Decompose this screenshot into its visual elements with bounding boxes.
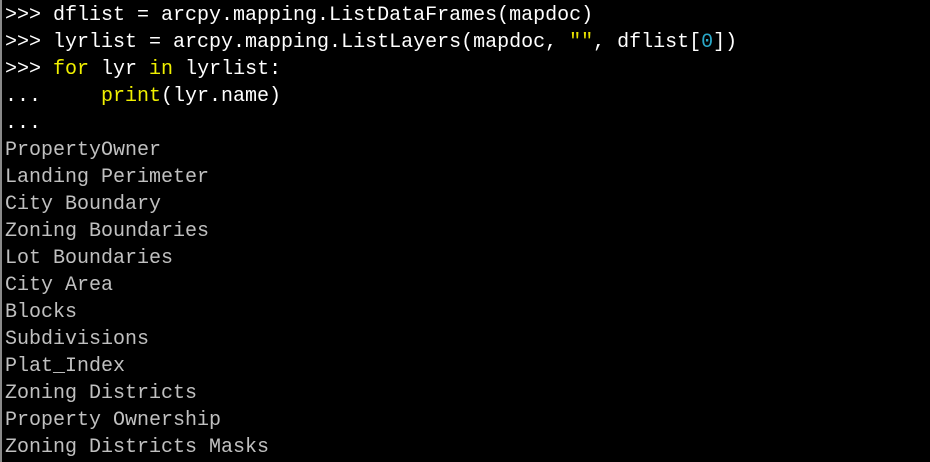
string-literal: ""	[569, 31, 594, 54]
continuation-prompt: ...	[5, 112, 42, 135]
console-input-line-2: >>> lyrlist = arcpy.mapping.ListLayers(m…	[5, 29, 930, 56]
output-line: City Area	[5, 274, 114, 297]
output-line: Plat_Index	[5, 355, 126, 378]
code: lyrlist:	[173, 58, 282, 81]
prompt: >>>	[5, 31, 54, 54]
output-line: City Boundary	[5, 193, 162, 216]
output-line: Landing Perimeter	[5, 166, 210, 189]
console-input-line-1: >>> dflist = arcpy.mapping.ListDataFrame…	[5, 2, 930, 29]
python-console-window[interactable]: >>> dflist = arcpy.mapping.ListDataFrame…	[0, 0, 930, 462]
console-input-line-3: >>> for lyr in lyrlist:	[5, 56, 930, 83]
code: , dflist[	[593, 31, 702, 54]
code: dflist = arcpy.mapping.ListDataFrames(ma…	[53, 4, 594, 27]
console-input-line-4: ... print(lyr.name)	[5, 83, 930, 110]
prompt: >>>	[5, 58, 54, 81]
output-line: Blocks	[5, 301, 78, 324]
output-line: Zoning Districts Masks	[5, 436, 270, 459]
code: ])	[713, 31, 738, 54]
number-literal: 0	[701, 31, 714, 54]
output-line: Subdivisions	[5, 328, 150, 351]
code: lyr	[89, 58, 150, 81]
keyword-print: print	[101, 85, 162, 108]
output-line: Zoning Districts	[5, 382, 198, 405]
prompt: >>>	[5, 4, 54, 27]
output-line: Property Ownership	[5, 409, 222, 432]
keyword-in: in	[149, 58, 174, 81]
output-line: Zoning Boundaries	[5, 220, 210, 243]
code: lyrlist = arcpy.mapping.ListLayers(mapdo…	[53, 31, 570, 54]
output-line: PropertyOwner	[5, 139, 162, 162]
code: (lyr.name)	[161, 85, 282, 108]
keyword-for: for	[53, 58, 90, 81]
console-lines: >>> dflist = arcpy.mapping.ListDataFrame…	[2, 0, 930, 461]
continuation-prompt: ...	[5, 85, 102, 108]
output-line: Lot Boundaries	[5, 247, 174, 270]
console-input-line-5: ...	[5, 110, 930, 137]
